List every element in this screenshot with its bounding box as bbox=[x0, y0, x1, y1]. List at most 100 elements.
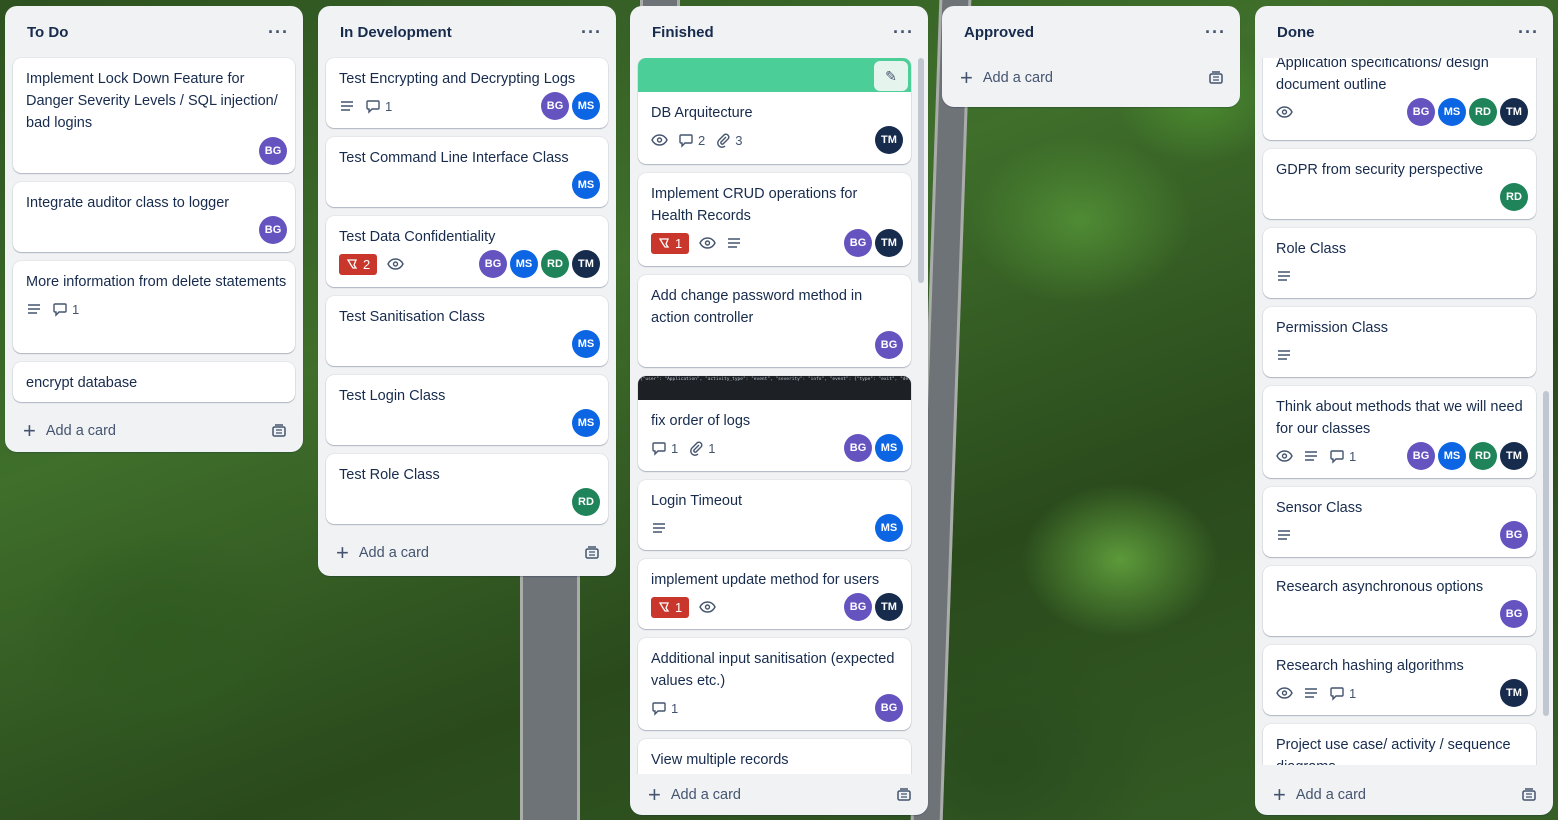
add-card-button[interactable]: + Add a card bbox=[1273, 784, 1366, 806]
card-template-icon[interactable] bbox=[584, 545, 600, 561]
card[interactable]: Additional input sanitisation (expected … bbox=[638, 638, 911, 730]
card[interactable]: Sensor Class BG bbox=[1263, 487, 1536, 557]
avatar[interactable]: BG bbox=[875, 331, 903, 359]
avatar[interactable]: BG bbox=[844, 593, 872, 621]
card[interactable]: View multiple records bbox=[638, 739, 911, 774]
avatar[interactable]: TM bbox=[875, 593, 903, 621]
scrollbar[interactable] bbox=[1543, 391, 1549, 716]
card-template-icon[interactable] bbox=[1521, 787, 1537, 803]
avatar[interactable]: MS bbox=[572, 330, 600, 358]
avatar[interactable]: RD bbox=[1469, 98, 1497, 126]
card[interactable]: Test Command Line Interface Class MS bbox=[326, 137, 608, 207]
ellipsis-icon[interactable]: ··· bbox=[268, 23, 289, 41]
card[interactable]: Integrate auditor class to logger BG bbox=[13, 182, 295, 252]
avatar[interactable]: BG bbox=[1500, 521, 1528, 549]
card[interactable]: Implement Lock Down Feature for Danger S… bbox=[13, 58, 295, 173]
card-title: fix order of logs bbox=[651, 413, 751, 429]
vote-badge: 1 bbox=[651, 596, 690, 618]
card[interactable]: Test Data Confidentiality 2 BG MS RD TM bbox=[326, 216, 608, 287]
avatar[interactable]: BG bbox=[479, 250, 507, 278]
card-template-icon[interactable] bbox=[271, 423, 287, 439]
avatar[interactable]: BG bbox=[875, 694, 903, 722]
card[interactable]: Application specifications/ design docum… bbox=[1263, 58, 1536, 140]
avatar[interactable]: BG bbox=[1500, 600, 1528, 628]
ellipsis-icon[interactable]: ··· bbox=[581, 23, 602, 41]
add-card-button[interactable]: + Add a card bbox=[336, 542, 429, 564]
avatar[interactable]: MS bbox=[875, 434, 903, 462]
avatar[interactable]: BG bbox=[844, 434, 872, 462]
avatar[interactable]: RD bbox=[541, 250, 569, 278]
card[interactable]: {"user": "Application", "activity_type":… bbox=[638, 376, 911, 471]
list-header: In Development ··· bbox=[318, 6, 616, 58]
card[interactable]: Research asynchronous options BG bbox=[1263, 566, 1536, 636]
add-card-button[interactable]: + Add a card bbox=[23, 420, 116, 442]
card[interactable]: Role Class bbox=[1263, 228, 1536, 298]
card[interactable]: Test Sanitisation Class MS bbox=[326, 296, 608, 366]
comment-badge: 1 bbox=[52, 301, 79, 317]
card[interactable]: Login Timeout MS bbox=[638, 480, 911, 550]
avatar[interactable]: RD bbox=[1469, 442, 1497, 470]
avatar[interactable]: TM bbox=[1500, 98, 1528, 126]
list-title[interactable]: Approved bbox=[964, 24, 1034, 41]
avatar[interactable]: BG bbox=[541, 92, 569, 120]
avatar[interactable]: MS bbox=[875, 514, 903, 542]
avatar[interactable]: BG bbox=[844, 229, 872, 257]
card[interactable]: GDPR from security perspective RD bbox=[1263, 149, 1536, 219]
avatar[interactable]: BG bbox=[1407, 98, 1435, 126]
avatar[interactable]: MS bbox=[1438, 98, 1466, 126]
avatar[interactable]: RD bbox=[1500, 183, 1528, 211]
ellipsis-icon[interactable]: ··· bbox=[1518, 23, 1539, 41]
ellipsis-icon[interactable]: ··· bbox=[1205, 23, 1226, 41]
ellipsis-icon[interactable]: ··· bbox=[893, 23, 914, 41]
avatar[interactable]: MS bbox=[572, 92, 600, 120]
avatar[interactable]: TM bbox=[875, 126, 903, 154]
avatar[interactable]: MS bbox=[572, 171, 600, 199]
plus-icon: + bbox=[1273, 782, 1286, 807]
card[interactable]: Test Role Class RD bbox=[326, 454, 608, 524]
add-card-label: Add a card bbox=[1295, 787, 1366, 803]
card[interactable]: Add change password method in action con… bbox=[638, 275, 911, 367]
card[interactable]: encrypt database bbox=[13, 362, 295, 402]
pencil-icon[interactable]: ✎ bbox=[874, 61, 908, 91]
card[interactable]: Implement CRUD operations for Health Rec… bbox=[638, 173, 911, 266]
card[interactable]: Test Login Class MS bbox=[326, 375, 608, 445]
avatar[interactable]: TM bbox=[572, 250, 600, 278]
card-template-icon[interactable] bbox=[896, 787, 912, 803]
card[interactable]: Think about methods that we will need fo… bbox=[1263, 386, 1536, 478]
avatar[interactable]: TM bbox=[875, 229, 903, 257]
card[interactable]: Research hashing algorithms 1 TM bbox=[1263, 645, 1536, 715]
card[interactable]: Project use case/ activity / sequence di… bbox=[1263, 724, 1536, 765]
avatar[interactable]: RD bbox=[572, 488, 600, 516]
add-card-button[interactable]: + Add a card bbox=[648, 784, 741, 806]
card[interactable]: ✎ DB Arquitecture 2 3 TM bbox=[638, 58, 911, 164]
list-title[interactable]: Finished bbox=[652, 24, 714, 41]
avatar[interactable]: MS bbox=[1438, 442, 1466, 470]
avatar[interactable]: MS bbox=[510, 250, 538, 278]
card-title: Think about methods that we will need fo… bbox=[1276, 399, 1523, 437]
avatar[interactable]: TM bbox=[1500, 679, 1528, 707]
list-title[interactable]: In Development bbox=[340, 24, 452, 41]
comment-count: 1 bbox=[1349, 685, 1357, 701]
avatar[interactable]: MS bbox=[572, 409, 600, 437]
list-title[interactable]: Done bbox=[1277, 24, 1315, 41]
avatar[interactable]: TM bbox=[1500, 442, 1528, 470]
list-title[interactable]: To Do bbox=[27, 24, 68, 41]
card-title: GDPR from security perspective bbox=[1276, 162, 1484, 178]
card[interactable]: More information from delete statements … bbox=[13, 261, 295, 353]
card-template-icon[interactable] bbox=[1208, 70, 1224, 86]
avatar[interactable]: BG bbox=[259, 216, 287, 244]
comment-icon bbox=[1330, 687, 1344, 701]
card[interactable]: implement update method for users 1 BG T… bbox=[638, 559, 911, 629]
attachment-count: 1 bbox=[708, 440, 716, 456]
card[interactable]: Permission Class bbox=[1263, 307, 1536, 377]
comment-count: 1 bbox=[385, 98, 393, 114]
description-lines-icon bbox=[26, 301, 42, 317]
avatar[interactable]: BG bbox=[259, 137, 287, 165]
add-card-label: Add a card bbox=[358, 545, 429, 561]
card[interactable]: Test Encrypting and Decrypting Logs 1 BG… bbox=[326, 58, 608, 128]
card-title: More information from delete statements bbox=[26, 274, 287, 290]
scrollbar[interactable] bbox=[918, 58, 924, 283]
vote-count: 2 bbox=[363, 256, 371, 272]
avatar[interactable]: BG bbox=[1407, 442, 1435, 470]
add-card-button[interactable]: + Add a card bbox=[960, 67, 1053, 89]
